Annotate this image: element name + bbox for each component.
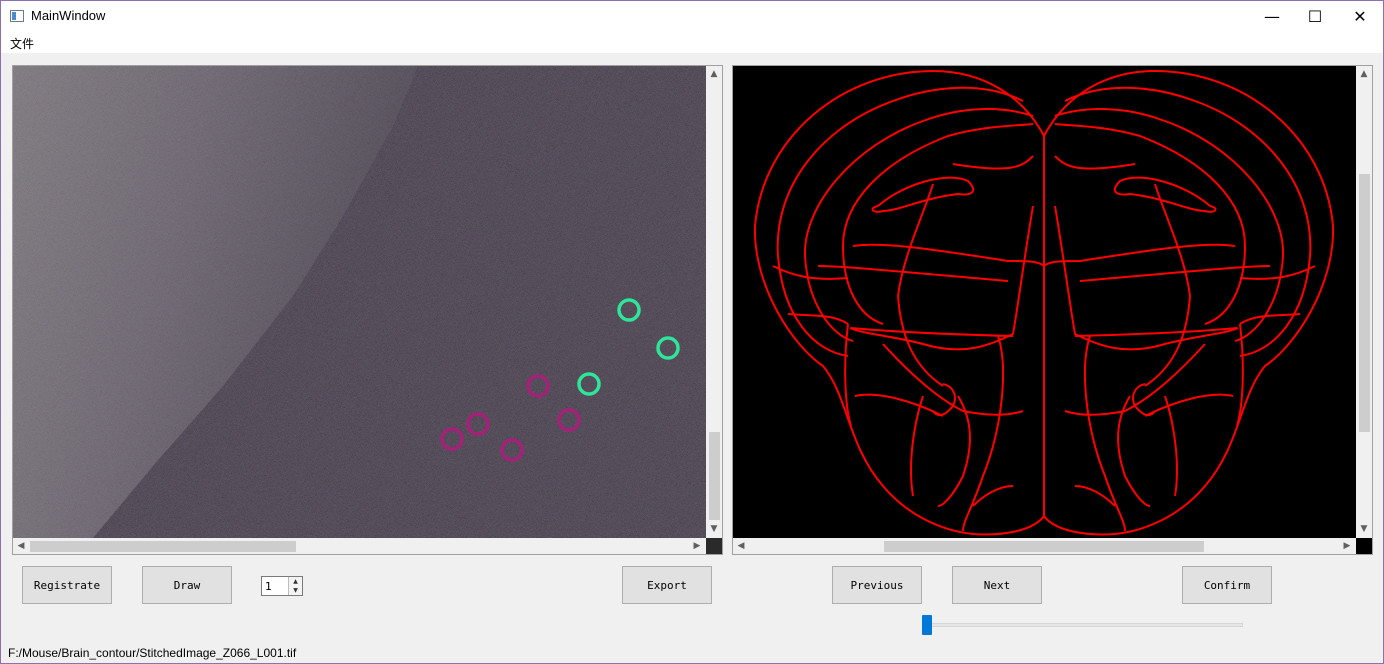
right-hemisphere-contour bbox=[1239, 265, 1316, 280]
spin-up-icon[interactable]: ▲ bbox=[289, 577, 302, 586]
left-hemisphere-contour bbox=[952, 155, 1034, 170]
left-hemisphere-contour bbox=[937, 395, 971, 507]
left-hemisphere-contour bbox=[896, 183, 944, 387]
right-hemisphere-contour bbox=[1117, 395, 1151, 507]
app-icon bbox=[10, 10, 24, 22]
left-hemisphere-contour bbox=[849, 205, 1034, 351]
index-spinbox[interactable]: 1 ▲ ▼ bbox=[261, 576, 303, 596]
scroll-thumb[interactable] bbox=[1359, 174, 1370, 432]
maximize-button[interactable]: ☐ bbox=[1292, 1, 1338, 31]
scroll-right-arrow-icon[interactable]: ▶ bbox=[689, 538, 705, 554]
scroll-thumb[interactable] bbox=[709, 432, 720, 520]
right-hemisphere-contour bbox=[1164, 395, 1178, 497]
confirm-button[interactable]: Confirm bbox=[1182, 566, 1272, 604]
image-horizontal-scrollbar[interactable]: ◀ ▶ bbox=[13, 538, 706, 554]
right-hemisphere-contour bbox=[1054, 205, 1239, 351]
atlas-view[interactable]: ▲ ▼ ◀ ▶ bbox=[732, 65, 1373, 555]
window-title: MainWindow bbox=[31, 8, 106, 23]
registrate-button[interactable]: Registrate bbox=[22, 566, 112, 604]
title-bar: MainWindow — ☐ ✕ bbox=[1, 1, 1383, 31]
atlas-vertical-scrollbar[interactable]: ▲ ▼ bbox=[1356, 66, 1372, 538]
left-hemisphere-contour bbox=[852, 243, 1045, 267]
left-hemisphere-contour bbox=[854, 393, 944, 417]
spinbox-value: 1 bbox=[265, 580, 272, 593]
scroll-left-arrow-icon[interactable]: ◀ bbox=[13, 538, 29, 554]
spin-down-icon[interactable]: ▼ bbox=[289, 586, 302, 595]
scroll-thumb[interactable] bbox=[884, 541, 1204, 552]
scroll-down-arrow-icon[interactable]: ▼ bbox=[706, 521, 722, 537]
right-hemisphere-contour bbox=[1043, 243, 1236, 267]
atlas-horizontal-scrollbar[interactable]: ◀ ▶ bbox=[733, 538, 1356, 554]
spinbox-arrows[interactable]: ▲ ▼ bbox=[288, 577, 302, 595]
slice-slider-handle[interactable] bbox=[922, 615, 932, 635]
scroll-down-arrow-icon[interactable]: ▼ bbox=[1356, 521, 1372, 537]
atlas-contour-drawing[interactable] bbox=[733, 66, 1356, 538]
next-button[interactable]: Next bbox=[952, 566, 1042, 604]
scroll-up-arrow-icon[interactable]: ▲ bbox=[1356, 66, 1372, 82]
minimize-button[interactable]: — bbox=[1249, 1, 1295, 31]
right-hemisphere-contour bbox=[1113, 176, 1217, 213]
status-file-path: F:/Mouse/Brain_contour/StitchedImage_Z06… bbox=[8, 646, 297, 660]
image-vertical-scrollbar[interactable]: ▲ ▼ bbox=[706, 66, 722, 538]
right-hemisphere-contour bbox=[1144, 393, 1234, 417]
main-window: MainWindow — ☐ ✕ 文件 ▲ ▼ ◀ ▶ ▲ ▼ ◀ ▶ Regi… bbox=[0, 0, 1384, 664]
stitched-image[interactable] bbox=[13, 66, 706, 538]
right-hemisphere-contour bbox=[1054, 123, 1247, 325]
scroll-thumb[interactable] bbox=[30, 541, 296, 552]
scroll-left-arrow-icon[interactable]: ◀ bbox=[733, 538, 749, 554]
previous-button[interactable]: Previous bbox=[832, 566, 922, 604]
scroll-up-arrow-icon[interactable]: ▲ bbox=[706, 66, 722, 82]
export-button[interactable]: Export bbox=[622, 566, 712, 604]
left-hemisphere-contour bbox=[772, 265, 849, 280]
left-hemisphere-contour bbox=[871, 176, 975, 213]
draw-button[interactable]: Draw bbox=[142, 566, 232, 604]
menu-file[interactable]: 文件 bbox=[10, 35, 34, 52]
slice-slider-track[interactable] bbox=[923, 623, 1243, 627]
right-hemisphere-contour bbox=[1054, 155, 1136, 170]
left-hemisphere-contour bbox=[841, 123, 1034, 325]
left-hemisphere-contour bbox=[910, 395, 924, 497]
menu-bar: 文件 bbox=[1, 31, 1383, 53]
right-hemisphere-contour bbox=[1144, 183, 1192, 387]
scroll-right-arrow-icon[interactable]: ▶ bbox=[1339, 538, 1355, 554]
image-view[interactable]: ▲ ▼ ◀ ▶ bbox=[12, 65, 723, 555]
close-button[interactable]: ✕ bbox=[1337, 1, 1383, 31]
